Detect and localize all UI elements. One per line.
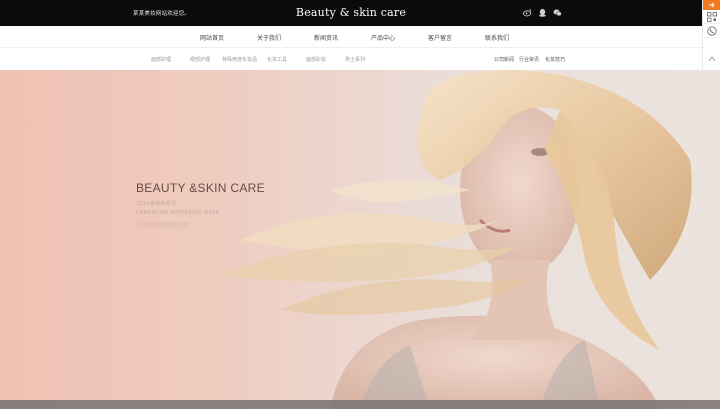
main-nav: 网站首页 关于我们 新闻资讯 产品中心 客户留言 联系我们 bbox=[0, 26, 702, 48]
hero-slogan: 开启肌肤焕颜的记忆 bbox=[136, 222, 191, 229]
subnav-item-face-makeup[interactable]: 面部彩妆 bbox=[306, 56, 326, 63]
hero-model-image bbox=[220, 70, 692, 409]
sidebar-qrcode-button[interactable] bbox=[703, 10, 720, 24]
nav-about[interactable]: 关于我们 bbox=[257, 33, 281, 42]
hero-bottom-bar bbox=[0, 400, 720, 409]
subnav-item-eye-care[interactable]: 眼部护理 bbox=[190, 56, 210, 63]
wechat-icon[interactable] bbox=[553, 8, 562, 17]
sidebar-top-button[interactable] bbox=[703, 0, 720, 10]
sidebar-phone-button[interactable] bbox=[703, 24, 720, 38]
hero-subtitle: 2019美妆新系列 bbox=[136, 201, 177, 207]
nav-home[interactable]: 网站首页 bbox=[200, 33, 224, 42]
hero-banner[interactable]: BEAUTY &SKIN CARE 2019美妆新系列 CARNATION WH… bbox=[0, 70, 720, 409]
nav-contact[interactable]: 联系我们 bbox=[485, 33, 509, 42]
nav-products[interactable]: 产品中心 bbox=[371, 33, 395, 42]
nav-news[interactable]: 新闻资讯 bbox=[314, 33, 338, 42]
subnav-item-makeup-tools[interactable]: 化妆工具 bbox=[267, 56, 287, 63]
floating-sidebar bbox=[702, 0, 720, 70]
back-to-top-icon bbox=[708, 56, 716, 62]
subnav-item-industry-news[interactable]: 行业资讯 bbox=[519, 56, 539, 63]
subnav-item-makeup-tips[interactable]: 化妆技巧 bbox=[545, 56, 565, 63]
weibo-icon[interactable] bbox=[523, 8, 532, 17]
sub-nav: 面部护理 眼部护理 特殊用途化妆品 化妆工具 面部彩妆 男士系列 公司新闻 行业… bbox=[0, 49, 702, 69]
subnav-item-company-news[interactable]: 公司新闻 bbox=[494, 56, 514, 63]
nav-feedback[interactable]: 客户留言 bbox=[428, 33, 452, 42]
site-brand[interactable]: Beauty & skin care bbox=[0, 6, 702, 19]
arrow-icon bbox=[709, 2, 715, 8]
top-bar: 某某美妆网站欢迎您。 Beauty & skin care bbox=[0, 0, 702, 26]
subnav-item-special-cosmetics[interactable]: 特殊用途化妆品 bbox=[222, 56, 257, 63]
hero-title: BEAUTY &SKIN CARE bbox=[136, 181, 265, 195]
hero-product-name: CARNATION WHITENING MASK bbox=[136, 210, 220, 216]
subnav-item-mens-series[interactable]: 男士系列 bbox=[345, 56, 365, 63]
qq-icon[interactable] bbox=[538, 8, 547, 17]
sidebar-back-to-top-button[interactable] bbox=[703, 52, 720, 66]
qrcode-icon bbox=[707, 11, 717, 22]
phone-icon bbox=[707, 25, 717, 36]
social-links bbox=[523, 8, 562, 17]
subnav-item-face-care[interactable]: 面部护理 bbox=[151, 56, 171, 63]
